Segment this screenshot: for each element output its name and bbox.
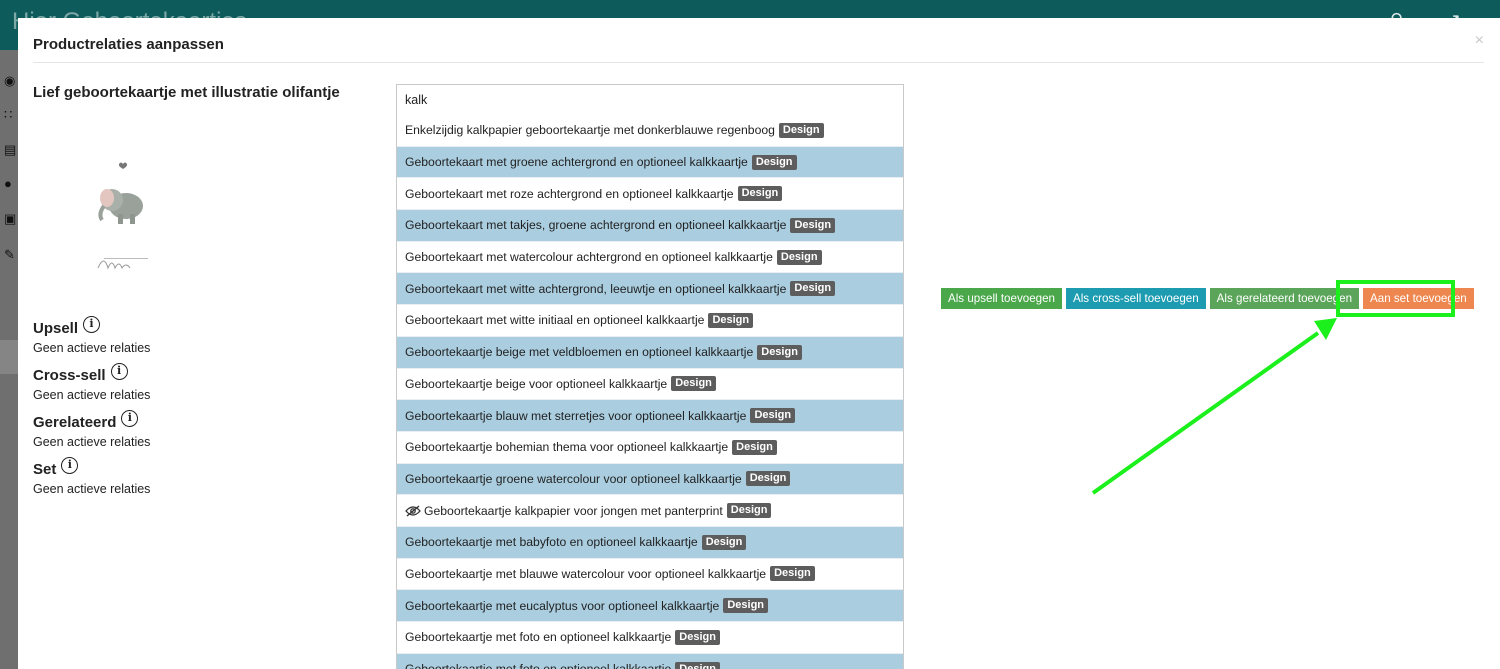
info-icon[interactable]: i <box>83 316 101 333</box>
relation-title: Upsell <box>33 320 79 337</box>
result-row[interactable]: Geboortekaart met takjes, groene achterg… <box>397 210 903 242</box>
relation-status: Geen actieve relaties <box>33 388 151 402</box>
relation-related: Gerelateerd i Geen actieve relaties <box>33 410 151 449</box>
result-label: Geboortekaartje met blauwe watercolour v… <box>405 566 767 581</box>
product-search-listbox: Enkelzijdig kalkpapier geboortekaartje m… <box>396 84 904 669</box>
result-row[interactable]: Geboortekaart met witte achtergrond, lee… <box>397 273 903 306</box>
design-badge: Design <box>757 344 802 360</box>
relation-status: Geen actieve relaties <box>33 482 151 496</box>
result-label: Geboortekaartje met eucalyptus voor opti… <box>405 598 720 613</box>
result-label: Geboortekaartje groene watercolour voor … <box>405 471 742 486</box>
result-row[interactable]: Geboortekaartje blauw met sterretjes voo… <box>397 400 903 432</box>
design-badge: Design <box>751 154 797 170</box>
result-row[interactable]: Geboortekaartje kalkpapier voor jongen m… <box>397 495 903 527</box>
highlight-box <box>1336 280 1455 317</box>
result-label: Enkelzijdig kalkpapier geboortekaartje m… <box>405 123 775 138</box>
relation-title: Gerelateerd <box>33 414 117 431</box>
design-badge: Design <box>723 598 769 614</box>
design-badge: Design <box>708 312 754 328</box>
result-label: Geboortekaartje met foto en optioneel ka… <box>405 662 671 669</box>
design-badge: Design <box>671 376 716 392</box>
app-sidebar: ◉ ∷ ▤ ● ▣ ✎ <box>0 50 18 669</box>
design-badge: Design <box>737 186 783 202</box>
design-badge: Design <box>701 534 747 550</box>
result-label: Geboortekaart met witte initiaal en opti… <box>405 313 705 328</box>
grid-icon[interactable]: ∷ <box>4 108 18 122</box>
sidebar-active-item <box>0 340 18 374</box>
result-label: Geboortekaartje met foto en optioneel ka… <box>405 630 672 645</box>
result-label: Geboortekaartje bohemian thema voor opti… <box>405 440 729 455</box>
modal-divider <box>33 62 1484 63</box>
result-row[interactable]: Geboortekaart met roze achtergrond en op… <box>397 178 903 211</box>
result-row[interactable]: Geboortekaartje met foto en optioneel ka… <box>397 653 903 669</box>
result-row[interactable]: Geboortekaart met witte initiaal en opti… <box>397 305 903 337</box>
result-row[interactable]: Geboortekaartje groene watercolour voor … <box>397 463 903 496</box>
result-row[interactable]: Geboortekaartje beige met veldbloemen en… <box>397 336 903 369</box>
info-icon[interactable]: i <box>61 457 79 474</box>
design-badge: Design <box>750 408 796 424</box>
relation-set: Set i Geen actieve relaties <box>33 457 151 496</box>
relation-cross-sell: Cross-sell i Geen actieve relaties <box>33 363 151 402</box>
result-label: Geboortekaartje kalkpapier voor jongen m… <box>424 503 723 518</box>
result-label: Geboortekaart met takjes, groene achterg… <box>405 218 787 233</box>
design-badge: Design <box>675 629 720 645</box>
chart-icon[interactable]: ▤ <box>4 143 18 157</box>
result-row[interactable]: Geboortekaart met groene achtergrond en … <box>397 146 903 179</box>
product-name: Lief geboortekaartje met illustratie oli… <box>33 84 340 101</box>
modal-title: Productrelaties aanpassen <box>33 36 224 53</box>
result-row[interactable]: Geboortekaartje bohemian thema voor opti… <box>397 432 903 464</box>
result-label: Geboortekaart met watercolour achtergron… <box>405 250 773 265</box>
pen-icon[interactable]: ✎ <box>4 248 18 262</box>
search-results-list: Enkelzijdig kalkpapier geboortekaartje m… <box>397 115 903 669</box>
close-icon[interactable]: × <box>1475 32 1484 50</box>
product-search-input[interactable] <box>397 85 903 115</box>
result-row[interactable]: Geboortekaartje met foto en optioneel ka… <box>397 622 903 654</box>
result-label: Geboortekaartje blauw met sterretjes voo… <box>405 408 747 423</box>
cart-icon[interactable]: ▣ <box>4 212 18 226</box>
relation-title: Set <box>33 461 57 478</box>
design-badge: Design <box>790 217 836 233</box>
result-label: Geboortekaart met groene achtergrond en … <box>405 155 748 170</box>
result-row[interactable]: Geboortekaartje met eucalyptus voor opti… <box>397 590 903 622</box>
add-upsell-button[interactable]: Als upsell toevoegen <box>941 288 1062 309</box>
relation-status: Geen actieve relaties <box>33 341 151 355</box>
result-label: Geboortekaartje beige voor optioneel kal… <box>405 376 668 391</box>
result-label: Geboortekaartje beige met veldbloemen en… <box>405 345 754 360</box>
design-badge: Design <box>732 439 777 455</box>
product-relations-modal: Productrelaties aanpassen × Lief geboort… <box>18 18 1500 669</box>
eye-slash-icon <box>405 505 421 517</box>
result-row[interactable]: Geboortekaartje met blauwe watercolour v… <box>397 559 903 591</box>
result-label: Geboortekaartje met babyfoto en optionee… <box>405 535 698 550</box>
relation-upsell: Upsell i Geen actieve relaties <box>33 316 151 355</box>
design-badge: Design <box>778 122 824 138</box>
design-badge: Design <box>726 503 772 519</box>
design-badge: Design <box>770 566 815 582</box>
info-icon[interactable]: i <box>121 410 139 427</box>
add-cross-sell-button[interactable]: Als cross-sell toevoegen <box>1066 288 1206 309</box>
relation-status: Geen actieve relaties <box>33 435 151 449</box>
result-row[interactable]: Enkelzijdig kalkpapier geboortekaartje m… <box>397 115 903 147</box>
relation-title: Cross-sell <box>33 367 106 384</box>
design-badge: Design <box>776 249 822 265</box>
design-badge: Design <box>790 281 836 297</box>
info-icon[interactable]: i <box>110 363 128 380</box>
dashboard-icon[interactable]: ◉ <box>4 74 18 88</box>
users-icon[interactable]: ● <box>4 177 18 191</box>
design-badge: Design <box>675 661 720 669</box>
result-row[interactable]: Geboortekaart met watercolour achtergron… <box>397 242 903 274</box>
result-label: Geboortekaart met witte achtergrond, lee… <box>405 281 787 296</box>
result-label: Geboortekaart met roze achtergrond en op… <box>405 186 734 201</box>
result-row[interactable]: Geboortekaartje met babyfoto en optionee… <box>397 526 903 559</box>
product-thumbnail <box>97 162 148 270</box>
design-badge: Design <box>745 471 791 487</box>
result-row[interactable]: Geboortekaartje beige voor optioneel kal… <box>397 369 903 401</box>
